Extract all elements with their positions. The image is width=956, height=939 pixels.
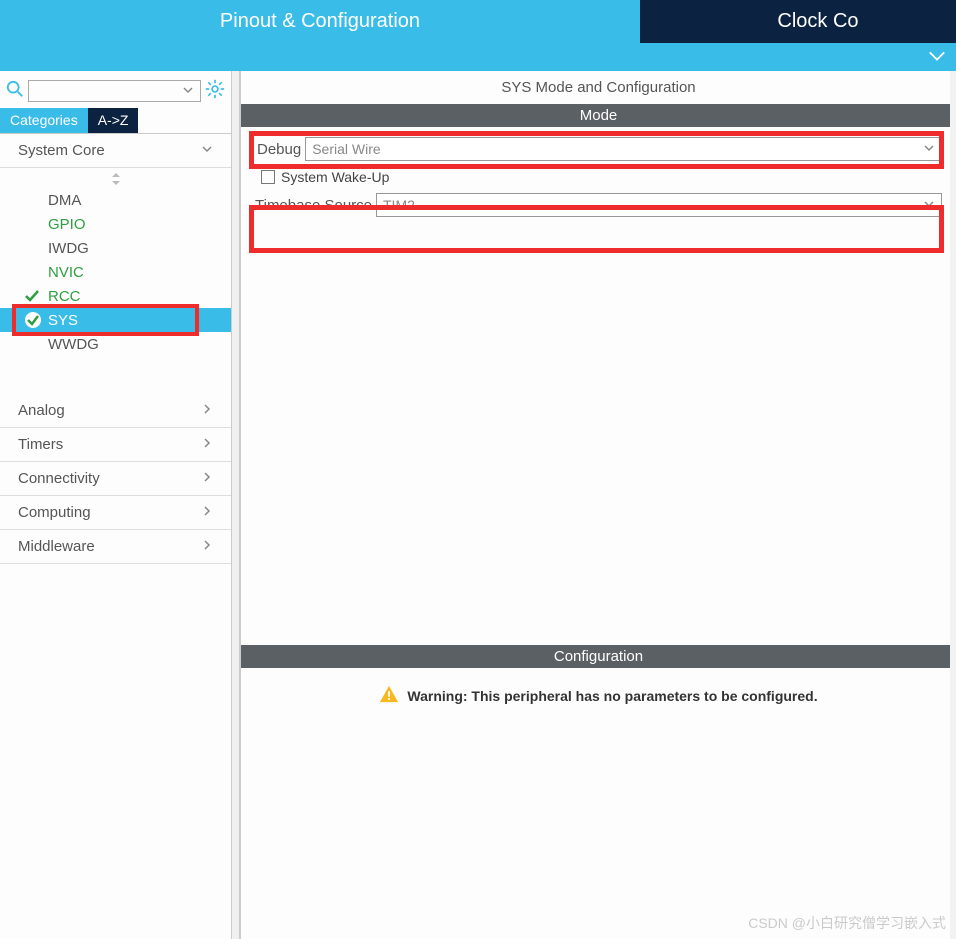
- item-label: RCC: [48, 288, 81, 305]
- chevron-down-icon: [923, 197, 935, 213]
- group-computing[interactable]: Computing: [0, 496, 231, 530]
- sidebar-item-iwdg[interactable]: IWDG: [0, 236, 231, 260]
- debug-select[interactable]: Serial Wire: [305, 137, 942, 161]
- configuration-section-header: Configuration: [241, 645, 956, 668]
- system-core-items: DMA GPIO IWDG NVIC RCC SYS WWDG: [0, 188, 231, 364]
- chevron-right-icon: [201, 470, 213, 487]
- group-analog[interactable]: Analog: [0, 394, 231, 428]
- sidebar: Categories A->Z System Core DMA GPIO IWD…: [0, 71, 232, 939]
- group-middleware[interactable]: Middleware: [0, 530, 231, 564]
- sidebar-item-dma[interactable]: DMA: [0, 188, 231, 212]
- mode-area: Debug Serial Wire System Wake-Up Timebas…: [241, 127, 956, 235]
- top-tab-bar: Pinout & Configuration Clock Co: [0, 0, 956, 43]
- chevron-right-icon: [201, 402, 213, 419]
- system-wakeup-checkbox[interactable]: System Wake-Up: [255, 169, 942, 185]
- sidebar-item-sys[interactable]: SYS: [0, 308, 231, 332]
- checkbox-label: System Wake-Up: [281, 169, 389, 185]
- sort-icon[interactable]: [0, 168, 231, 188]
- mode-section-header: Mode: [241, 104, 956, 127]
- chevron-down-icon: [201, 142, 213, 159]
- check-badge-icon: [24, 311, 42, 333]
- tab-categories[interactable]: Categories: [0, 108, 88, 133]
- chevron-down-icon: [923, 141, 935, 157]
- sidebar-item-nvic[interactable]: NVIC: [0, 260, 231, 284]
- tab-clock-configuration[interactable]: Clock Co: [640, 0, 956, 43]
- chevron-down-icon: [182, 83, 194, 99]
- gear-icon[interactable]: [205, 79, 225, 102]
- select-value: TIM2: [383, 197, 415, 213]
- tab-a-to-z[interactable]: A->Z: [88, 108, 139, 133]
- warning-message: Warning: This peripheral has no paramete…: [241, 668, 956, 723]
- group-label: System Core: [18, 142, 105, 159]
- group-label: Connectivity: [18, 470, 100, 487]
- warning-text: Warning: This peripheral has no paramete…: [407, 688, 817, 704]
- watermark: CSDN @小白研究僧学习嵌入式: [748, 913, 946, 933]
- check-icon: [24, 288, 40, 308]
- search-input[interactable]: [28, 80, 201, 102]
- chevron-right-icon: [201, 504, 213, 521]
- group-label: Timers: [18, 436, 63, 453]
- group-connectivity[interactable]: Connectivity: [0, 462, 231, 496]
- group-label: Computing: [18, 504, 91, 521]
- group-system-core[interactable]: System Core: [0, 134, 231, 168]
- sidebar-item-wwdg[interactable]: WWDG: [0, 332, 231, 356]
- debug-label: Debug: [257, 141, 301, 158]
- main-panel: SYS Mode and Configuration Mode Debug Se…: [240, 71, 956, 939]
- search-icon: [6, 80, 24, 101]
- scrollbar[interactable]: [950, 71, 956, 939]
- chevron-right-icon: [201, 538, 213, 555]
- chevron-right-icon: [201, 436, 213, 453]
- sidebar-item-gpio[interactable]: GPIO: [0, 212, 231, 236]
- group-label: Middleware: [18, 538, 95, 555]
- top-sub-bar: [0, 43, 956, 71]
- main-title: SYS Mode and Configuration: [241, 71, 956, 104]
- sidebar-item-rcc[interactable]: RCC: [0, 284, 231, 308]
- tab-pinout-configuration[interactable]: Pinout & Configuration: [0, 0, 640, 43]
- group-timers[interactable]: Timers: [0, 428, 231, 462]
- checkbox-icon: [261, 170, 275, 184]
- warning-icon: [379, 684, 399, 707]
- timebase-label: Timebase Source: [255, 197, 372, 214]
- timebase-select[interactable]: TIM2: [376, 193, 942, 217]
- select-value: Serial Wire: [312, 141, 380, 157]
- expand-down-icon[interactable]: [928, 49, 946, 65]
- item-label: SYS: [48, 312, 78, 329]
- group-label: Analog: [18, 402, 65, 419]
